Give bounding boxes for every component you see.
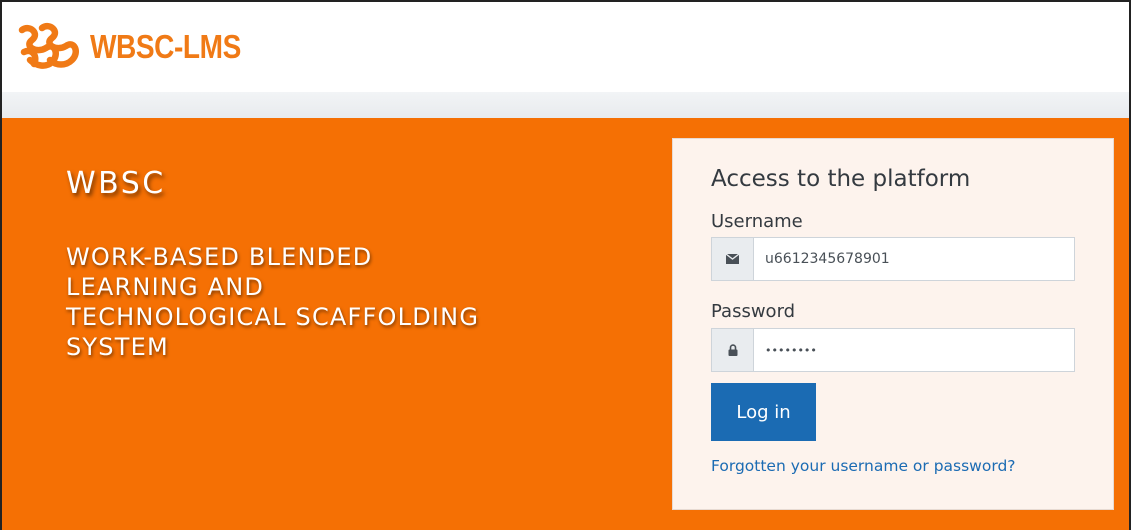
password-input-group [711, 328, 1075, 372]
lock-icon [728, 344, 737, 356]
hero-title: WBSC [66, 166, 166, 201]
hero-subtitle: WORK-BASED BLENDED LEARNING AND TECHNOLO… [66, 243, 480, 361]
username-input[interactable] [753, 237, 1075, 281]
username-label: Username [711, 211, 803, 232]
brand-name: WBSC-LMS [90, 28, 241, 65]
brand-home-link[interactable]: WBSC-LMS [16, 22, 267, 72]
envelope-icon [726, 254, 739, 264]
login-button[interactable]: Log in [711, 383, 816, 441]
forgot-password-link[interactable]: Forgotten your username or password? [711, 457, 1016, 475]
login-card: Access to the platform Username Password… [672, 138, 1114, 510]
password-input[interactable] [753, 328, 1075, 372]
login-title: Access to the platform [711, 166, 971, 192]
navbar: WBSC-LMS [2, 2, 1129, 92]
password-label: Password [711, 301, 796, 322]
header-divider-band [2, 92, 1129, 118]
page-frame: WBSC-LMS WBSC WORK-BASED BLENDED LEARNIN… [0, 0, 1131, 530]
username-input-group [711, 237, 1075, 281]
password-addon [711, 328, 753, 372]
wbsc-knot-logo-icon [18, 22, 79, 69]
username-addon [711, 237, 753, 281]
